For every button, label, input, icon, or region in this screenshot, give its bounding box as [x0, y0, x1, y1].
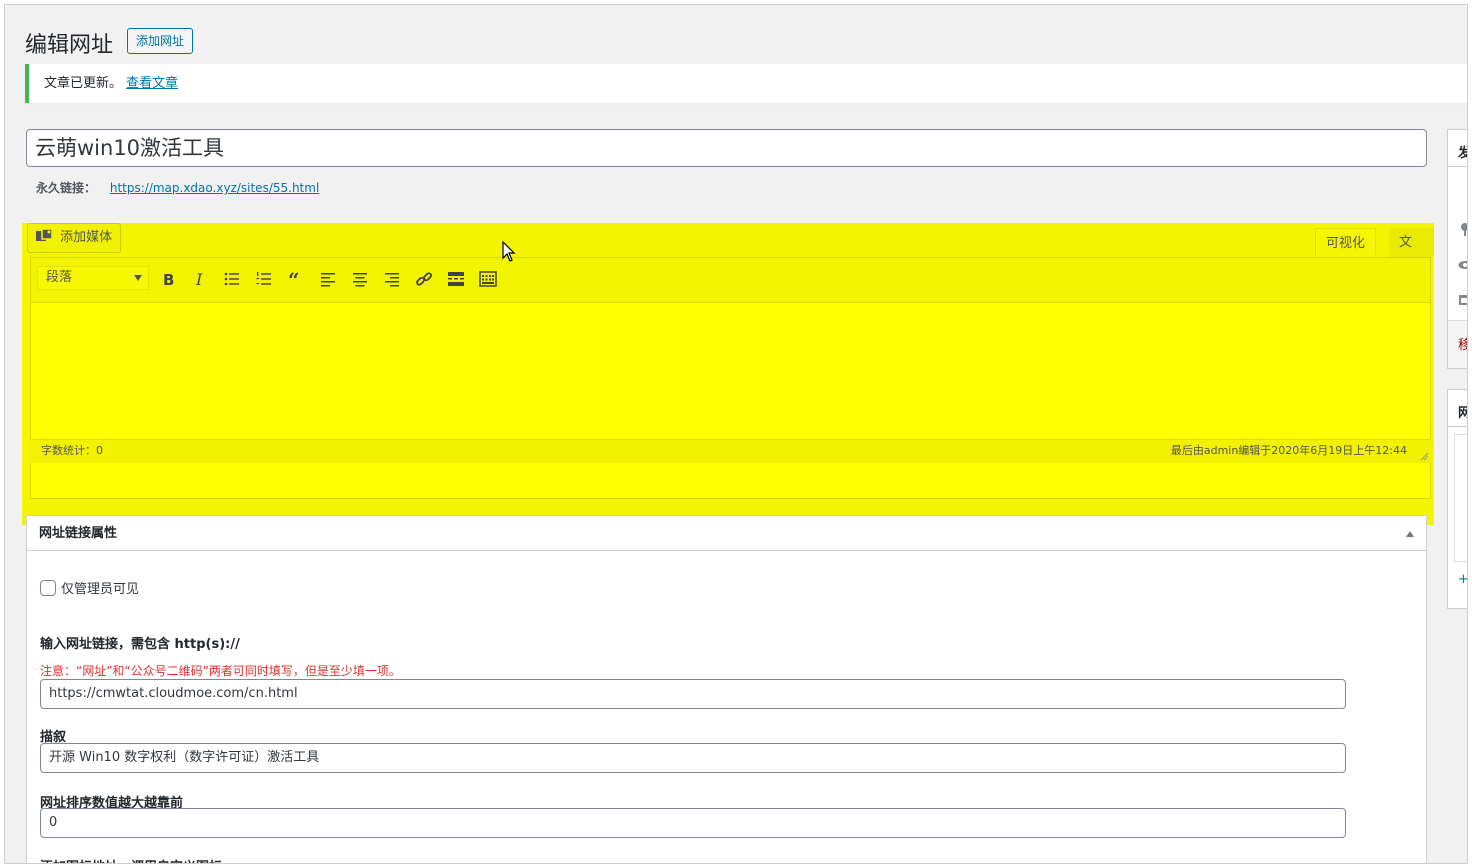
- url-label: 输入网址链接，需包含 http(s)://: [40, 637, 240, 652]
- align-right-icon: [385, 273, 399, 287]
- permalink-url[interactable]: https://map.xdao.xyz/sites/55.html: [110, 181, 319, 195]
- toolbar-toggle-icon: [479, 271, 497, 287]
- numbered-list-button[interactable]: [251, 266, 277, 292]
- bold-icon: B: [163, 271, 174, 288]
- wp-admin-frame: 编辑网址 添加网址 文章已更新。 查看文章 云萌win10激活工具 永久链接： …: [4, 4, 1468, 864]
- svg-text:“: “: [288, 270, 300, 288]
- eye-icon: [1458, 261, 1467, 269]
- publish-box: 发 移: [1447, 129, 1467, 369]
- tab-visual[interactable]: 可视化: [1315, 228, 1377, 257]
- site-link-metabox: 网址链接属性 仅管理员可见 输入网址链接，需包含 http(s):// 注意：“…: [26, 515, 1427, 863]
- post-title-input[interactable]: 云萌win10激活工具: [26, 129, 1427, 167]
- permalink-label: 永久链接：: [36, 181, 97, 195]
- permalink: 永久链接： https://map.xdao.xyz/sites/55.html: [36, 179, 319, 196]
- align-right-button[interactable]: [379, 266, 405, 292]
- word-count: 字数统计：0: [41, 444, 103, 457]
- toolbar-toggle-button[interactable]: [475, 266, 501, 292]
- resize-handle-icon[interactable]: [1419, 451, 1429, 461]
- link-icon: [416, 272, 432, 286]
- add-media-label: 添加媒体: [60, 230, 113, 245]
- add-media-button[interactable]: 添加媒体: [27, 223, 122, 253]
- metabox-header[interactable]: 网址链接属性: [27, 516, 1426, 551]
- link-button[interactable]: [411, 266, 437, 292]
- last-edited: 最后由admin编辑于2020年6月19日上午12:44: [1170, 444, 1407, 457]
- collapse-toggle-icon[interactable]: [1406, 531, 1414, 537]
- category-box-title: 网: [1458, 402, 1467, 421]
- add-new-button[interactable]: 添加网址: [127, 28, 194, 54]
- url-input[interactable]: https://cmwtat.cloudmoe.com/cn.html: [40, 679, 1346, 709]
- numbered-list-icon: [256, 272, 271, 285]
- category-list[interactable]: [1454, 434, 1467, 562]
- notice-text: 文章已更新。: [44, 76, 123, 91]
- url-warning: 注意：“网址”和“公众号二维码”两者可同时填写，但是至少填一项。: [40, 664, 401, 678]
- icon-url-label: 添加图标地址，调用自定义图标: [40, 856, 222, 863]
- svg-text:B: B: [163, 271, 174, 288]
- italic-icon: I: [195, 270, 203, 288]
- metabox-title: 网址链接属性: [39, 526, 118, 541]
- editor-toolbar: 段落 B I “: [31, 258, 1430, 303]
- calendar-icon: [1459, 295, 1467, 305]
- editor-highlight: 添加媒体 可视化 文本 段落 B I: [22, 223, 1434, 525]
- blockquote-button[interactable]: “: [283, 266, 309, 292]
- svg-text:I: I: [195, 270, 203, 288]
- order-input[interactable]: 0: [40, 808, 1346, 838]
- bullet-list-button[interactable]: [219, 266, 245, 292]
- bold-button[interactable]: B: [155, 266, 181, 292]
- editor-status-bar: 字数统计：0 最后由admin编辑于2020年6月19日上午12:44: [30, 439, 1431, 463]
- editor-content-area[interactable]: [31, 304, 1430, 454]
- pin-icon: [1461, 223, 1467, 236]
- category-box: 网 +: [1447, 389, 1467, 609]
- admin-only-checkbox[interactable]: [40, 579, 56, 596]
- align-left-icon: [321, 273, 335, 287]
- align-center-button[interactable]: [347, 266, 373, 292]
- media-icon: [36, 229, 52, 241]
- update-notice: 文章已更新。 查看文章: [25, 64, 1467, 103]
- mouse-cursor-icon: [502, 241, 516, 262]
- chevron-down-icon: [134, 275, 142, 281]
- view-post-link[interactable]: 查看文章: [126, 76, 178, 91]
- format-select[interactable]: 段落: [37, 266, 149, 290]
- italic-button[interactable]: I: [187, 266, 213, 292]
- align-center-icon: [353, 273, 367, 287]
- move-to-trash-link[interactable]: 移: [1458, 334, 1467, 353]
- read-more-button[interactable]: [443, 266, 469, 292]
- publish-box-title: 发: [1458, 142, 1467, 161]
- tab-text[interactable]: 文本: [1389, 228, 1434, 279]
- admin-only-row[interactable]: 仅管理员可见: [40, 578, 139, 597]
- align-left-button[interactable]: [315, 266, 341, 292]
- bullet-list-icon: [224, 272, 239, 286]
- page-title: 编辑网址: [25, 33, 114, 58]
- add-category-link[interactable]: +: [1458, 572, 1467, 587]
- admin-only-label: 仅管理员可见: [61, 582, 140, 597]
- blockquote-icon: “: [288, 270, 300, 288]
- format-select-value: 段落: [46, 270, 73, 285]
- read-more-icon: [448, 272, 464, 286]
- desc-input[interactable]: 开源 Win10 数字权利（数字许可证）激活工具: [40, 743, 1346, 773]
